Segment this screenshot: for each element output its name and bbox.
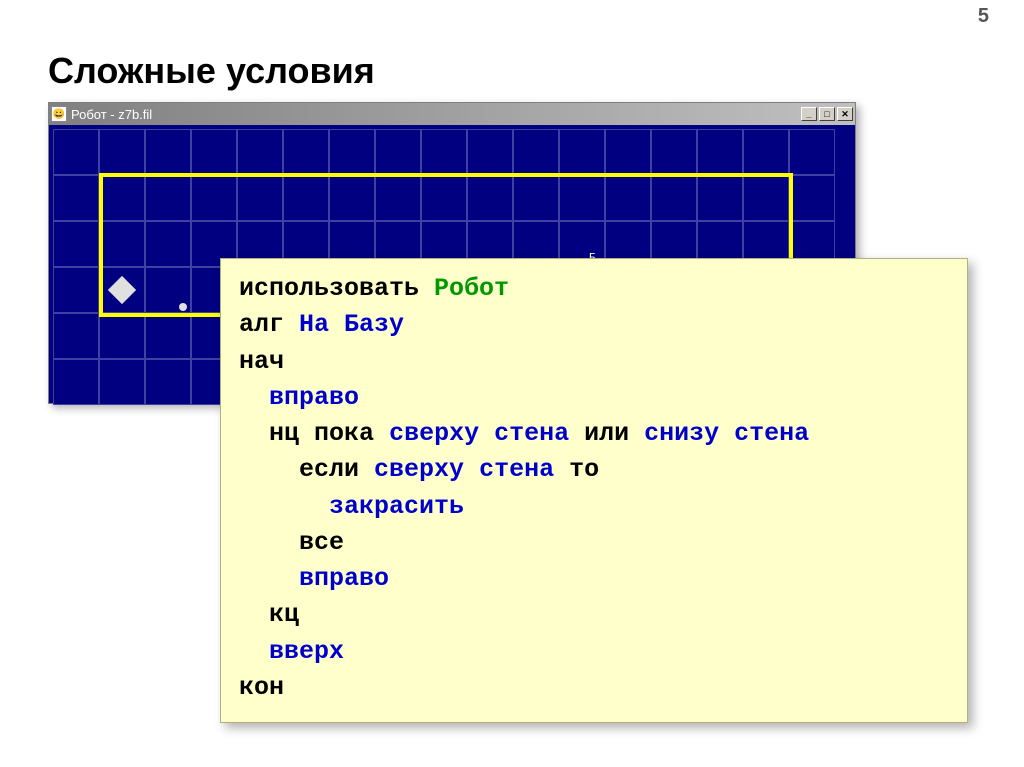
cmd-right1: вправо — [269, 383, 359, 412]
kw-nc: нц — [269, 419, 299, 448]
minimize-button[interactable]: _ — [801, 107, 817, 121]
grid-cell — [743, 175, 789, 221]
grid-cell — [559, 175, 605, 221]
grid-cell — [99, 175, 145, 221]
grid-cell — [53, 175, 99, 221]
kw-all: все — [299, 528, 344, 557]
grid-cell — [651, 175, 697, 221]
grid-cell — [697, 129, 743, 175]
kw-alg: алг — [239, 310, 284, 339]
kw-while: пока — [314, 419, 374, 448]
grid-cell — [99, 129, 145, 175]
grid-cell — [375, 129, 421, 175]
window-controls: _ □ ✕ — [801, 107, 853, 121]
grid-cell — [329, 175, 375, 221]
grid-cell — [237, 175, 283, 221]
grid-cell — [145, 313, 191, 359]
kw-or: или — [584, 419, 629, 448]
wall — [99, 173, 789, 177]
grid-cell — [513, 175, 559, 221]
grid-cell — [789, 129, 835, 175]
kw-kc: кц — [269, 600, 299, 629]
slide-title: Сложные условия — [48, 50, 375, 92]
maximize-button[interactable]: □ — [819, 107, 835, 121]
grid-cell — [99, 359, 145, 405]
cond3: сверху стена — [374, 455, 554, 484]
window-title: Робот - z7b.fil — [71, 107, 801, 122]
grid-cell — [99, 313, 145, 359]
titlebar: 😀 Робот - z7b.fil _ □ ✕ — [49, 103, 855, 125]
cond2: снизу стена — [644, 419, 809, 448]
close-button[interactable]: ✕ — [837, 107, 853, 121]
kw-end: кон — [239, 673, 284, 702]
grid-cell — [651, 129, 697, 175]
grid-cell — [191, 175, 237, 221]
wall — [99, 173, 103, 317]
grid-cell — [145, 359, 191, 405]
alg-name: На Базу — [299, 310, 404, 339]
kw-then: то — [569, 455, 599, 484]
grid-cell — [697, 175, 743, 221]
grid-cell — [283, 129, 329, 175]
grid-cell — [559, 129, 605, 175]
kw-begin: нач — [239, 347, 284, 376]
cond1: сверху стена — [389, 419, 569, 448]
grid-cell — [421, 175, 467, 221]
code-panel: использовать Робот алг На Базу нач вправ… — [220, 258, 968, 723]
page-number: 5 — [978, 5, 989, 28]
grid-cell — [53, 359, 99, 405]
grid-cell — [53, 221, 99, 267]
app-icon: 😀 — [51, 106, 67, 122]
grid-cell — [467, 175, 513, 221]
grid-cell — [283, 175, 329, 221]
grid-cell — [145, 129, 191, 175]
grid-cell — [99, 221, 145, 267]
grid-cell — [789, 175, 835, 221]
kw-robot: Робот — [434, 274, 509, 303]
cmd-paint: закрасить — [329, 492, 464, 521]
grid-cell — [191, 129, 237, 175]
grid-cell — [145, 221, 191, 267]
grid-cell — [53, 267, 99, 313]
cmd-right2: вправо — [299, 564, 389, 593]
grid-cell — [605, 129, 651, 175]
grid-cell — [53, 129, 99, 175]
marker-dot — [179, 303, 187, 311]
grid-cell — [467, 129, 513, 175]
grid-cell — [743, 129, 789, 175]
grid-cell — [237, 129, 283, 175]
grid-cell — [53, 313, 99, 359]
grid-cell — [605, 175, 651, 221]
grid-cell — [329, 129, 375, 175]
grid-cell — [375, 175, 421, 221]
grid-cell — [421, 129, 467, 175]
kw-use: использовать — [239, 274, 419, 303]
cmd-up: вверх — [269, 637, 344, 666]
grid-cell — [513, 129, 559, 175]
grid-cell — [145, 175, 191, 221]
kw-if: если — [299, 455, 359, 484]
